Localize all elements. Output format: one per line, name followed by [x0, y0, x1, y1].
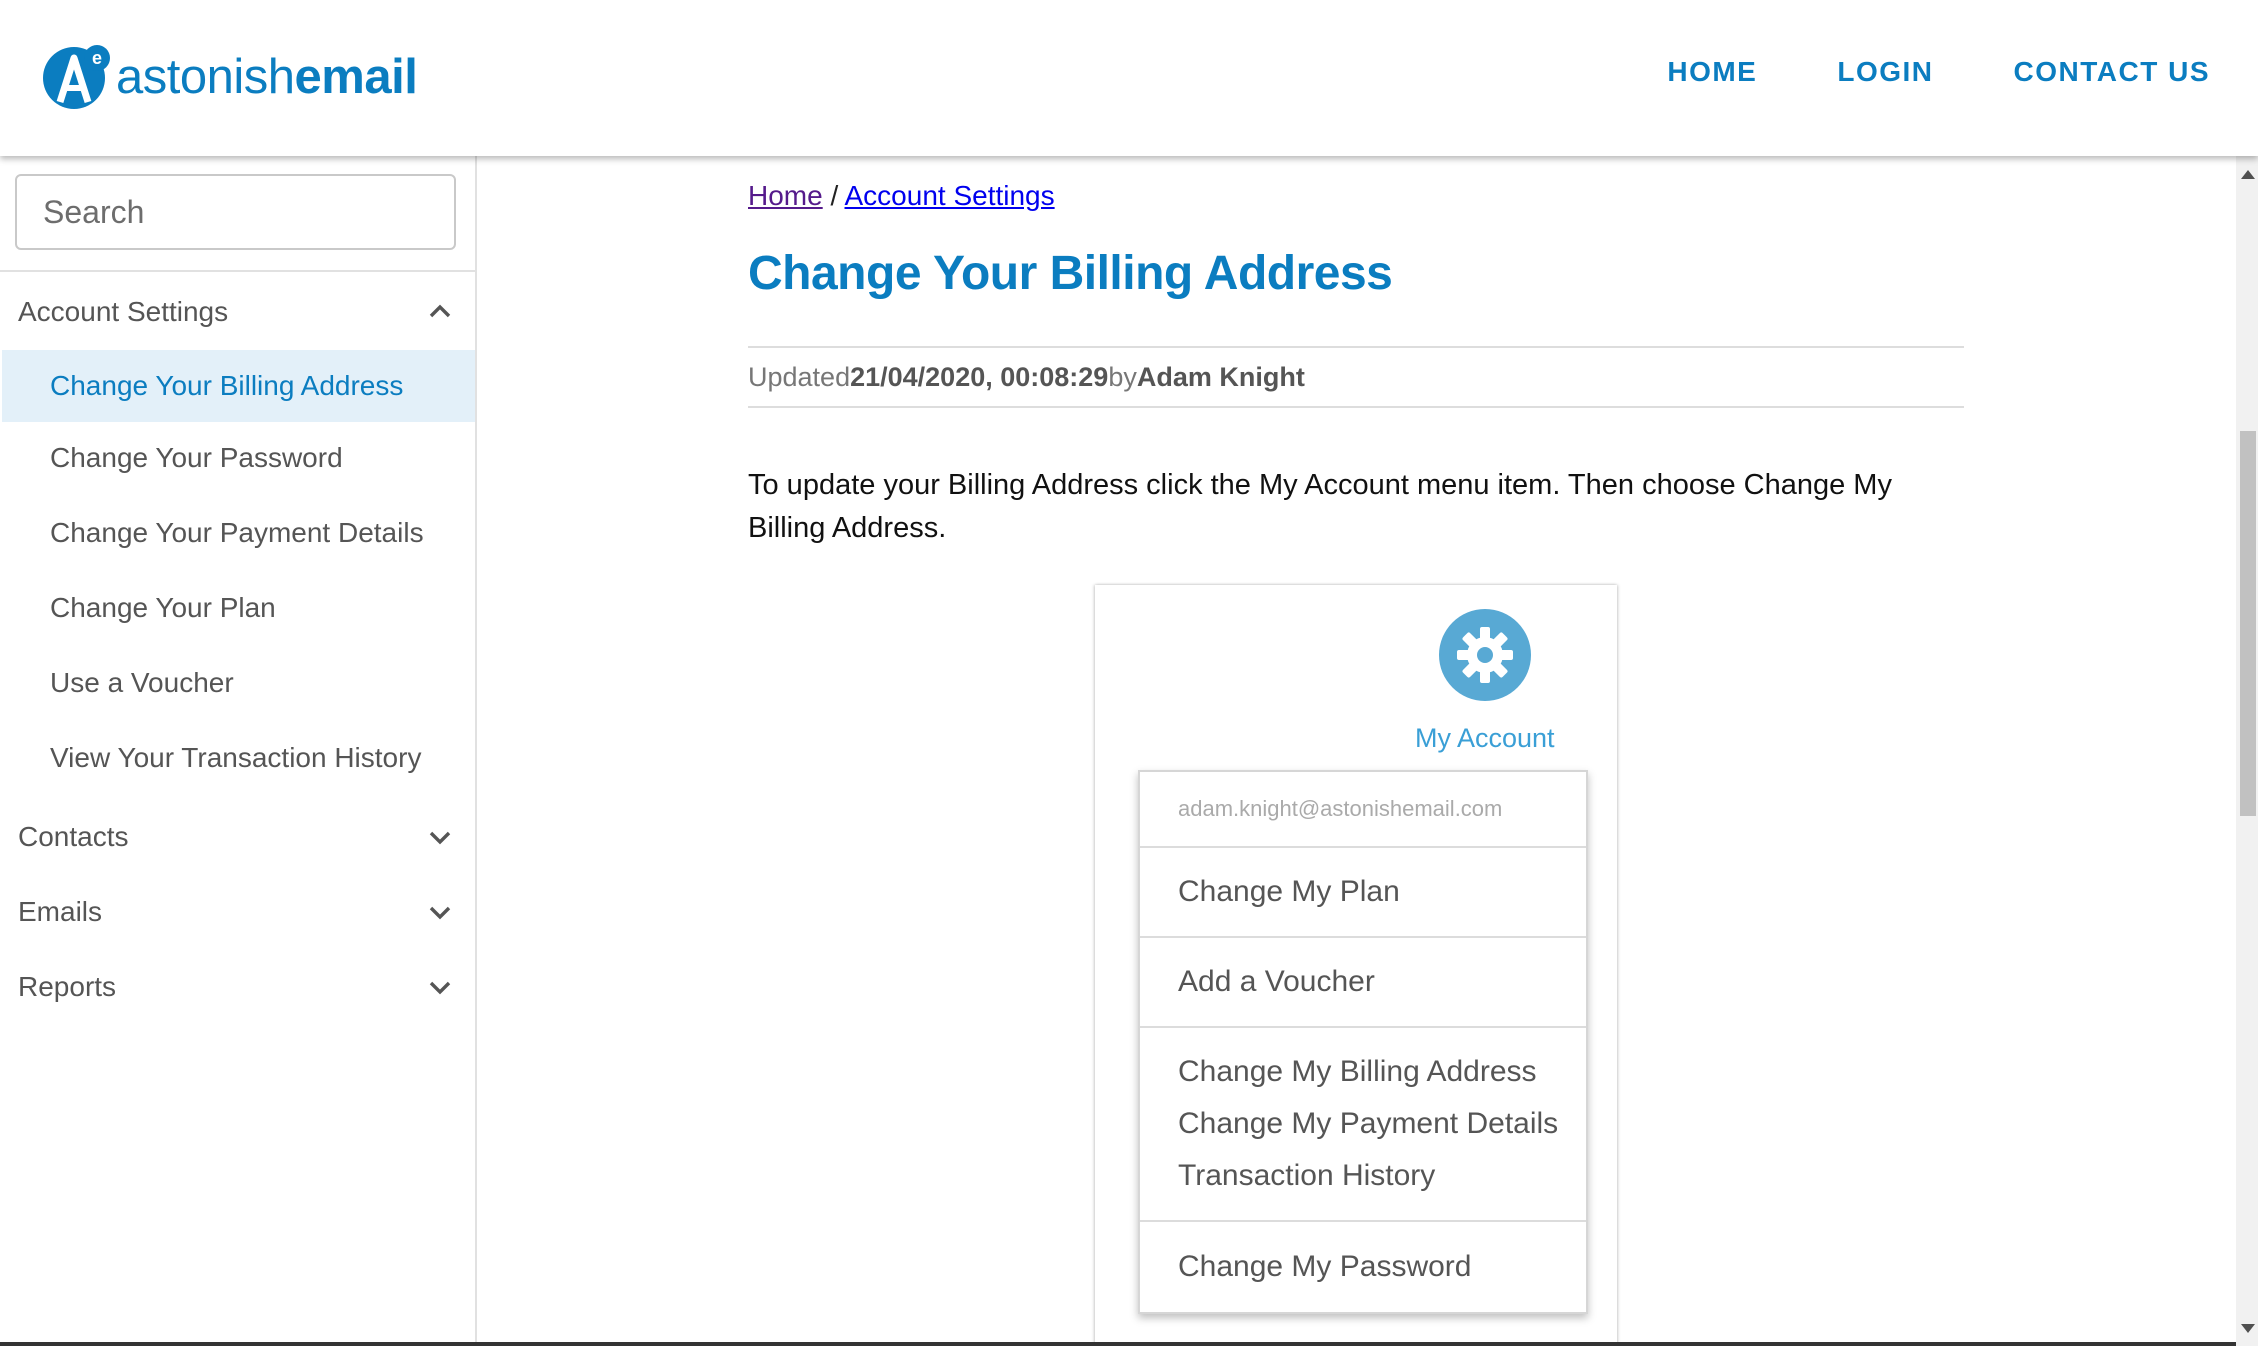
- scroll-down-arrow-icon[interactable]: [2241, 1324, 2255, 1333]
- logo-text-thin: astonish: [116, 50, 295, 104]
- author-name: Adam Knight: [1136, 361, 1305, 392]
- nav-contact-link[interactable]: CONTACT US: [2014, 56, 2210, 88]
- section-label: Account Settings: [18, 296, 229, 327]
- sidebar-item-transaction-history[interactable]: View Your Transaction History: [2, 722, 475, 794]
- dropdown-billing-group: Change My Billing Address Change My Paym…: [1140, 1028, 1586, 1222]
- updated-date: 21/04/2020, 00:08:29: [850, 361, 1109, 392]
- top-nav: HOME LOGIN CONTACT US: [1587, 56, 2210, 88]
- logo[interactable]: e astonishemail: [42, 44, 418, 110]
- article-meta: Updated 21/04/2020, 00:08:29 by Adam Kni…: [748, 346, 1964, 408]
- section-label: Reports: [18, 971, 117, 1002]
- chevron-down-icon: [429, 831, 451, 845]
- sidebar-section-reports[interactable]: Reports: [0, 957, 475, 1017]
- site-header: e astonishemail HOME LOGIN CONTACT US: [0, 0, 2258, 156]
- sidebar-section-emails[interactable]: Emails: [0, 882, 475, 942]
- nav-login-link[interactable]: LOGIN: [1837, 56, 1933, 88]
- section-label: Emails: [18, 896, 103, 927]
- chevron-down-icon: [429, 906, 451, 920]
- my-account-label: My Account: [1415, 723, 1555, 753]
- article-body: To update your Billing Address click the…: [748, 469, 1892, 544]
- chevron-up-icon: [429, 304, 451, 318]
- dropdown-transaction-history: Transaction History: [1178, 1159, 1436, 1192]
- scroll-up-arrow-icon[interactable]: [2241, 170, 2255, 179]
- section-label: Contacts: [18, 821, 129, 852]
- dropdown-change-payment-details: Change My Payment Details: [1178, 1107, 1559, 1140]
- sidebar-item-change-billing-address[interactable]: Change Your Billing Address: [2, 350, 475, 422]
- sidebar-item-change-plan[interactable]: Change Your Plan: [2, 572, 475, 644]
- dropdown-change-plan: Change My Plan: [1140, 848, 1586, 938]
- window-bottom-edge: [0, 1342, 2236, 1346]
- dropdown-add-voucher: Add a Voucher: [1140, 938, 1586, 1028]
- breadcrumb-separator: /: [830, 180, 839, 211]
- nav-home-link[interactable]: HOME: [1667, 56, 1757, 88]
- account-dropdown-menu: adam.knight@astonishemail.com Change My …: [1138, 770, 1588, 1314]
- my-account-gear-button: [1439, 609, 1531, 701]
- logo-mark-icon: e: [43, 45, 110, 109]
- sidebar-section-contacts[interactable]: Contacts: [0, 807, 475, 867]
- logo-text-bold: email: [294, 50, 418, 104]
- by-label: by: [1108, 361, 1137, 392]
- dropdown-change-billing-address: Change My Billing Address: [1178, 1055, 1537, 1088]
- breadcrumb: Home / Account Settings: [748, 180, 1055, 212]
- gear-icon: [1457, 627, 1513, 683]
- article-screenshot: My Account adam.knight@astonishemail.com…: [1095, 585, 1617, 1346]
- chevron-down-icon: [429, 981, 451, 995]
- sidebar-item-change-password[interactable]: Change Your Password: [2, 422, 475, 494]
- sidebar: Account Settings Change Your Billing Add…: [0, 156, 477, 1346]
- page-scrollbar[interactable]: [2236, 156, 2258, 1346]
- breadcrumb-account-settings-link[interactable]: Account Settings: [845, 180, 1055, 211]
- logo-wordmark: astonishemail: [116, 44, 418, 110]
- dropdown-change-password: Change My Password: [1178, 1250, 1472, 1283]
- sidebar-divider: [0, 270, 475, 272]
- sidebar-item-use-voucher[interactable]: Use a Voucher: [2, 647, 475, 719]
- sidebar-section-account-settings[interactable]: Account Settings: [0, 282, 475, 342]
- scrollbar-thumb[interactable]: [2240, 431, 2256, 816]
- dropdown-email: adam.knight@astonishemail.com: [1140, 772, 1586, 848]
- search-input[interactable]: [15, 174, 456, 250]
- updated-prefix: Updated: [748, 361, 851, 392]
- sidebar-item-change-payment-details[interactable]: Change Your Payment Details: [2, 497, 475, 569]
- page-title: Change Your Billing Address: [748, 247, 1393, 300]
- svg-text:e: e: [92, 48, 102, 68]
- breadcrumb-home-link[interactable]: Home: [748, 180, 823, 211]
